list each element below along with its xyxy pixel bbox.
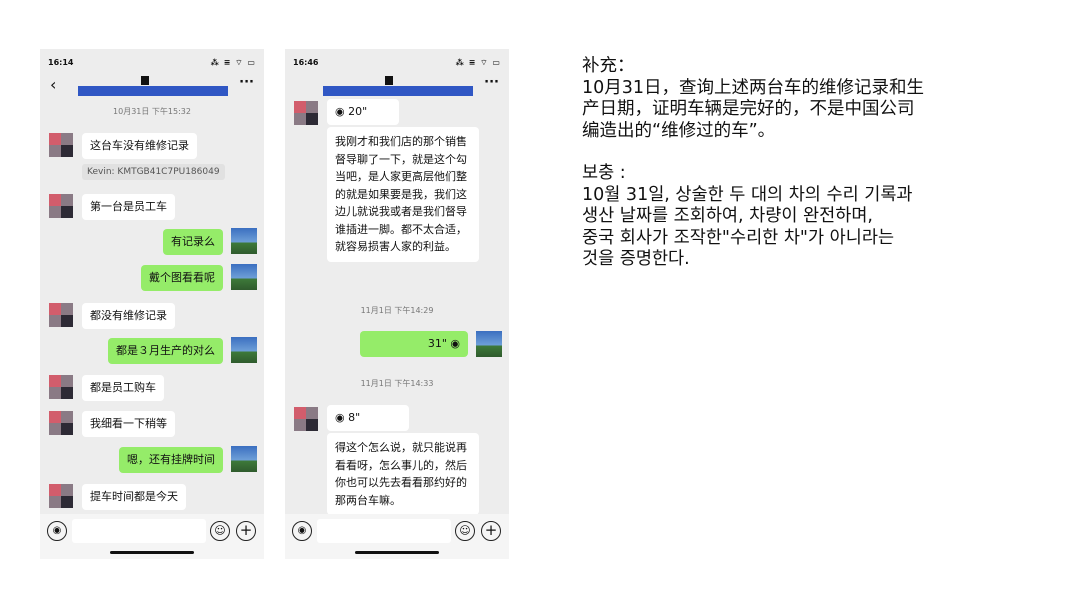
voice-wave-icon: ◉ (446, 337, 460, 350)
voice-message[interactable]: ◉ 20" (327, 99, 399, 125)
plus-icon[interactable]: + (481, 521, 501, 541)
quoted-message[interactable]: Kevin: KMTGB41C7PU186049 (82, 164, 225, 180)
home-indicator (110, 551, 194, 554)
chat-screenshot-2: 16:46 ⁂ ≡ ⌔ ▭ ··· ◉ 20" 我刚才和我们店的那个销售督导聊了… (285, 49, 509, 559)
message-bubble[interactable]: 我刚才和我们店的那个销售督导聊了一下，就是这个勾当吧，是人家更高层他们整的就是如… (327, 127, 479, 262)
zh-note-line: 10月31日，查询上述两台车的维修记录和生 (582, 77, 925, 98)
avatar[interactable] (49, 303, 73, 327)
back-icon[interactable]: ‹ (50, 75, 56, 94)
status-time: 16:14 (48, 58, 74, 67)
avatar[interactable] (49, 484, 73, 508)
avatar[interactable] (231, 446, 257, 472)
avatar[interactable] (294, 101, 318, 125)
ko-note-title: 보충 : (582, 163, 626, 183)
chat-screenshot-1: 16:14 ⁂ ≡ ⌔ ▭ ‹ ··· 10月31日 下午15:32 这台车没有… (40, 49, 264, 559)
notes-text: 补充： 10月31日，查询上述两台车的维修记录和生 产日期，证明车辆是完好的，不… (582, 56, 924, 271)
avatar[interactable] (49, 194, 73, 218)
more-options-icon[interactable]: ··· (484, 75, 499, 90)
plus-icon[interactable]: + (236, 521, 256, 541)
input-bar: ◉ ☺ + (40, 514, 264, 559)
avatar[interactable] (476, 331, 502, 357)
voice-message[interactable]: ◉ 8" (327, 405, 409, 431)
emoji-icon[interactable]: ☺ (210, 521, 230, 541)
voice-wave-icon: ◉ (335, 105, 349, 118)
status-bar: 16:14 ⁂ ≡ ⌔ ▭ (40, 49, 264, 73)
message-bubble[interactable]: 我细看一下稍等 (82, 411, 175, 437)
voice-duration: 31" (427, 337, 447, 350)
redacted-contact-name (323, 86, 473, 96)
redaction-mark (385, 76, 393, 85)
avatar[interactable] (49, 411, 73, 435)
zh-note-line: 编造出的“维修过的车”。 (582, 120, 776, 141)
voice-duration: 8" (348, 411, 361, 424)
avatar[interactable] (294, 407, 318, 431)
ko-note-line: 생산 날짜를 조회하여, 차량이 완전하며, (582, 206, 873, 226)
zh-note-line: 产日期，证明车辆是完好的，不是中国公司 (582, 99, 915, 119)
message-bubble[interactable]: 提车时间都是今天 (82, 484, 186, 510)
ko-note-line: 10월 31일, 상술한 두 대의 차의 수리 기록과 (582, 184, 913, 205)
message-bubble[interactable]: 这台车没有维修记录 (82, 133, 197, 159)
message-input[interactable] (317, 519, 451, 543)
voice-input-icon[interactable]: ◉ (292, 521, 312, 541)
status-icons: ⁂ ≡ ⌔ ▭ (210, 58, 256, 67)
more-options-icon[interactable]: ··· (239, 75, 254, 90)
ko-note-line: 것을 증명한다. (582, 249, 690, 269)
message-bubble[interactable]: 第一台是员工车 (82, 194, 175, 220)
chat-header: ··· (285, 73, 509, 99)
timestamp: 11月1日 下午14:29 (360, 306, 434, 315)
voice-wave-icon: ◉ (335, 411, 349, 424)
zh-note-title: 补充： (582, 56, 635, 76)
message-bubble[interactable]: 都没有维修记录 (82, 303, 175, 329)
avatar[interactable] (231, 264, 257, 290)
ko-note-line: 중국 회사가 조작한"수리한 차"가 아니라는 (582, 227, 895, 248)
message-bubble-sent[interactable]: 嗯，还有挂牌时间 (119, 447, 223, 473)
avatar[interactable] (231, 337, 257, 363)
message-bubble[interactable]: 得这个怎么说，就只能说再看看呀，怎么事儿的，然后你也可以先去看看那约好的那两台车… (327, 433, 479, 515)
redacted-contact-name (78, 86, 228, 96)
avatar[interactable] (231, 228, 257, 254)
status-bar: 16:46 ⁂ ≡ ⌔ ▭ (285, 49, 509, 73)
message-bubble-sent[interactable]: 都是３月生产的对么 (108, 338, 223, 364)
message-bubble-sent[interactable]: 戴个图看看呢 (141, 265, 223, 291)
voice-duration: 20" (348, 105, 368, 118)
voice-input-icon[interactable]: ◉ (47, 521, 67, 541)
status-time: 16:46 (293, 58, 319, 67)
chat-header: ‹ ··· (40, 73, 264, 99)
avatar[interactable] (49, 375, 73, 399)
avatar[interactable] (49, 133, 73, 157)
timestamp: 11月1日 下午14:33 (360, 379, 434, 388)
message-input[interactable] (72, 519, 206, 543)
timestamp: 10月31日 下午15:32 (113, 107, 191, 116)
redaction-mark (141, 76, 149, 85)
input-bar: ◉ ☺ + (285, 514, 509, 559)
message-bubble-sent[interactable]: 有记录么 (163, 229, 223, 255)
status-icons: ⁂ ≡ ⌔ ▭ (455, 58, 501, 67)
message-bubble[interactable]: 都是员工购车 (82, 375, 164, 401)
home-indicator (355, 551, 439, 554)
emoji-icon[interactable]: ☺ (455, 521, 475, 541)
voice-message-sent[interactable]: 31" ◉ (360, 331, 468, 357)
